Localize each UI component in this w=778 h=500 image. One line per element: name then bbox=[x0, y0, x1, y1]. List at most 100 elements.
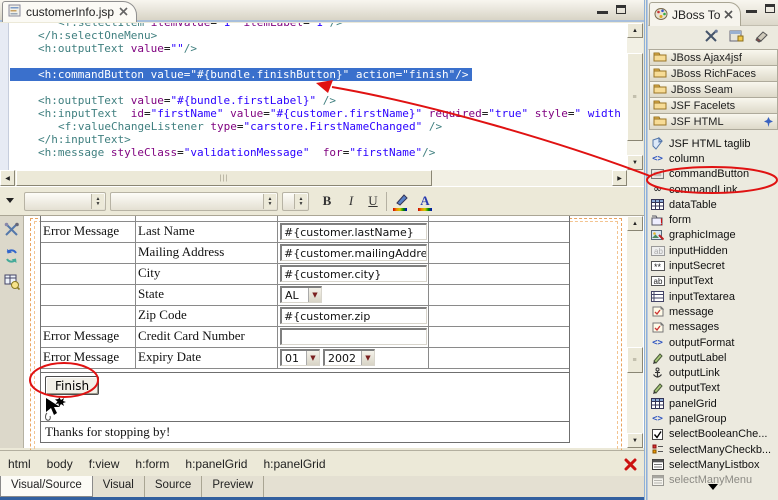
palette-item-selectManyListbox[interactable]: selectManyListbox bbox=[650, 457, 778, 472]
font-name-combo[interactable]: ▲ ▼ bbox=[110, 192, 278, 211]
source-code-line[interactable]: </h:selectOneMenu> bbox=[10, 29, 627, 42]
source-code-line[interactable]: <f:valueChangeListener type="carstore.Fi… bbox=[10, 120, 627, 133]
tab-preview[interactable]: Preview bbox=[202, 476, 265, 497]
form-select[interactable]: 01 ▼ bbox=[280, 349, 320, 366]
visual-designer[interactable]: Error Message Last Name #{customer.lastNam… bbox=[0, 216, 644, 500]
maximize-icon[interactable] bbox=[616, 5, 626, 14]
spinner-icon[interactable]: ▲ ▼ bbox=[263, 194, 276, 209]
palette-item-commandLink[interactable]: ∞ commandLink bbox=[650, 182, 778, 197]
close-icon[interactable] bbox=[119, 5, 128, 19]
form-select[interactable]: AL ▼ bbox=[280, 286, 322, 303]
palette-item-outputFormat[interactable]: <> outputFormat bbox=[650, 335, 778, 350]
scrollbar-thumb[interactable]: ||| bbox=[16, 170, 432, 186]
palette-item-inputText[interactable]: ab inputText bbox=[650, 274, 778, 289]
form-text-input[interactable]: #{customer.zip bbox=[280, 307, 427, 324]
scroll-right-icon[interactable]: ▶ bbox=[612, 170, 627, 186]
source-code-line[interactable]: <h:outputText value=""/> bbox=[10, 42, 627, 55]
breadcrumb-item-body[interactable]: body bbox=[47, 457, 73, 471]
error-close-icon[interactable] bbox=[624, 458, 637, 474]
source-code-line[interactable]: <h:commandButton value="#{bundle.finishB… bbox=[10, 68, 627, 81]
breadcrumb-item-hpanelGrid[interactable]: h:panelGrid bbox=[263, 457, 325, 471]
palette-item-panelGrid[interactable]: panelGrid bbox=[650, 396, 778, 411]
spinner-icon[interactable]: ▲ ▼ bbox=[294, 194, 307, 209]
style-class-combo[interactable]: ▲ ▼ bbox=[24, 192, 106, 211]
finish-button[interactable]: Finish bbox=[45, 376, 100, 395]
form-text-input[interactable] bbox=[280, 328, 427, 345]
palette-item-panelGroup[interactable]: <> panelGroup bbox=[650, 411, 778, 426]
bold-button[interactable]: B bbox=[318, 193, 336, 211]
palette-item-selectManyCheckb[interactable]: selectManyCheckb... bbox=[650, 442, 778, 457]
scroll-up-icon[interactable]: ▲ bbox=[627, 23, 643, 38]
source-editor[interactable]: <f:selectItem itemValue="1" itemLabel="1… bbox=[0, 23, 627, 170]
palette-item-messages[interactable]: messages bbox=[650, 320, 778, 335]
scroll-more-icon[interactable] bbox=[708, 484, 718, 490]
breadcrumb-item-html[interactable]: html bbox=[8, 457, 31, 471]
palette-item-outputLink[interactable]: outputLink bbox=[650, 365, 778, 380]
palette-category-jboss-seam[interactable]: JBoss Seam bbox=[649, 81, 778, 98]
palette-item-inputHidden[interactable]: ab inputHidden bbox=[650, 243, 778, 258]
palette-item-column[interactable]: <> column bbox=[650, 151, 778, 166]
tab-customerinfo-jsp[interactable]: customerInfo.jsp bbox=[2, 1, 138, 22]
form-text-input[interactable]: #{customer.city} bbox=[280, 265, 427, 282]
scrollbar-thumb[interactable]: ≡ bbox=[627, 347, 643, 373]
palette-editor-icon[interactable] bbox=[729, 29, 744, 46]
font-color-button[interactable]: A bbox=[417, 193, 433, 211]
minimize-icon[interactable] bbox=[597, 5, 608, 14]
spinner-icon[interactable]: ▲ ▼ bbox=[91, 194, 104, 209]
palette-item-message[interactable]: message bbox=[650, 304, 778, 319]
visual-vertical-scrollbar[interactable]: ▲ ≡ ▼ bbox=[627, 216, 643, 448]
refresh-icon[interactable] bbox=[4, 248, 20, 267]
source-vertical-scrollbar[interactable]: ▲ ≡ ▼ bbox=[627, 23, 643, 170]
source-code-line[interactable]: <h:inputText id="firstName" value="#{cus… bbox=[10, 107, 627, 120]
tools-icon[interactable] bbox=[4, 222, 20, 241]
palette-item-selectBooleanChe[interactable]: selectBooleanChe... bbox=[650, 427, 778, 442]
chevron-down-icon[interactable]: ▼ bbox=[306, 351, 319, 365]
minimize-icon[interactable] bbox=[746, 4, 757, 13]
source-code-line[interactable]: <h:message styleClass="validationMessage… bbox=[10, 146, 627, 159]
palette-item-inputSecret[interactable]: ** inputSecret bbox=[650, 258, 778, 273]
source-code-line[interactable]: <h:outputText value="#{bundle.firstLabel… bbox=[10, 94, 627, 107]
palette-item-dataTable[interactable]: dataTable bbox=[650, 197, 778, 212]
scroll-left-icon[interactable]: ◀ bbox=[0, 170, 15, 186]
font-size-combo[interactable]: ▲ ▼ bbox=[282, 192, 309, 211]
scroll-down-icon[interactable]: ▼ bbox=[627, 433, 643, 448]
palette-tab[interactable]: JBoss To bbox=[649, 2, 741, 26]
italic-button[interactable]: I bbox=[342, 193, 360, 211]
palette-category-jsf-facelets[interactable]: JSF Facelets bbox=[649, 97, 778, 114]
palette-item-form[interactable]: ! form bbox=[650, 212, 778, 227]
form-text-input[interactable]: #{customer.mailingAddres bbox=[280, 244, 427, 261]
underline-button[interactable]: U bbox=[364, 193, 382, 211]
scroll-up-icon[interactable]: ▲ bbox=[627, 216, 643, 231]
form-select[interactable]: 2002 ▼ bbox=[323, 349, 375, 366]
source-horizontal-scrollbar[interactable]: ◀ ||| ▶ bbox=[0, 170, 627, 186]
source-code-line[interactable]: </h:inputText> bbox=[10, 133, 627, 146]
close-icon[interactable] bbox=[724, 8, 734, 22]
maximize-icon[interactable] bbox=[765, 4, 775, 13]
chevron-down-icon[interactable]: ▼ bbox=[308, 288, 321, 302]
scroll-down-icon[interactable]: ▼ bbox=[627, 155, 643, 170]
breadcrumb-item-fview[interactable]: f:view bbox=[89, 457, 120, 471]
chevron-down-icon[interactable]: ▼ bbox=[361, 351, 374, 365]
tab-visual-source[interactable]: Visual/Source bbox=[0, 476, 93, 497]
palette-category-jboss-richfaces[interactable]: JBoss RichFaces bbox=[649, 65, 778, 82]
palette-item-outputText[interactable]: outputText bbox=[650, 381, 778, 396]
preview-table-icon[interactable] bbox=[4, 274, 21, 293]
form-text-input[interactable]: #{customer.lastName} bbox=[280, 223, 427, 240]
palette-item-inputTextarea[interactable]: inputTextarea bbox=[650, 289, 778, 304]
palette-item-outputLabel[interactable]: outputLabel bbox=[650, 350, 778, 365]
breadcrumb-item-hpanelGrid[interactable]: h:panelGrid bbox=[185, 457, 247, 471]
palette-category-jsf-html[interactable]: JSF HTML bbox=[649, 113, 778, 130]
toolbar-menu-caret-icon[interactable] bbox=[6, 198, 14, 203]
palette-item-graphicImage[interactable]: graphicImage bbox=[650, 228, 778, 243]
show-hide-icon[interactable] bbox=[754, 30, 769, 46]
scrollbar-thumb[interactable]: ≡ bbox=[627, 53, 643, 141]
tab-visual[interactable]: Visual bbox=[93, 476, 145, 497]
source-code-line[interactable] bbox=[10, 81, 627, 94]
source-code-line[interactable] bbox=[10, 55, 627, 68]
highlight-color-button[interactable] bbox=[392, 193, 412, 211]
palette-item-commandButton[interactable]: commandButton bbox=[650, 167, 778, 182]
tab-source[interactable]: Source bbox=[145, 476, 203, 497]
pin-icon[interactable] bbox=[764, 117, 773, 130]
breadcrumb-item-hform[interactable]: h:form bbox=[135, 457, 169, 471]
palette-item-JSFHTMLtaglib[interactable]: JSF HTML taglib bbox=[650, 136, 778, 151]
